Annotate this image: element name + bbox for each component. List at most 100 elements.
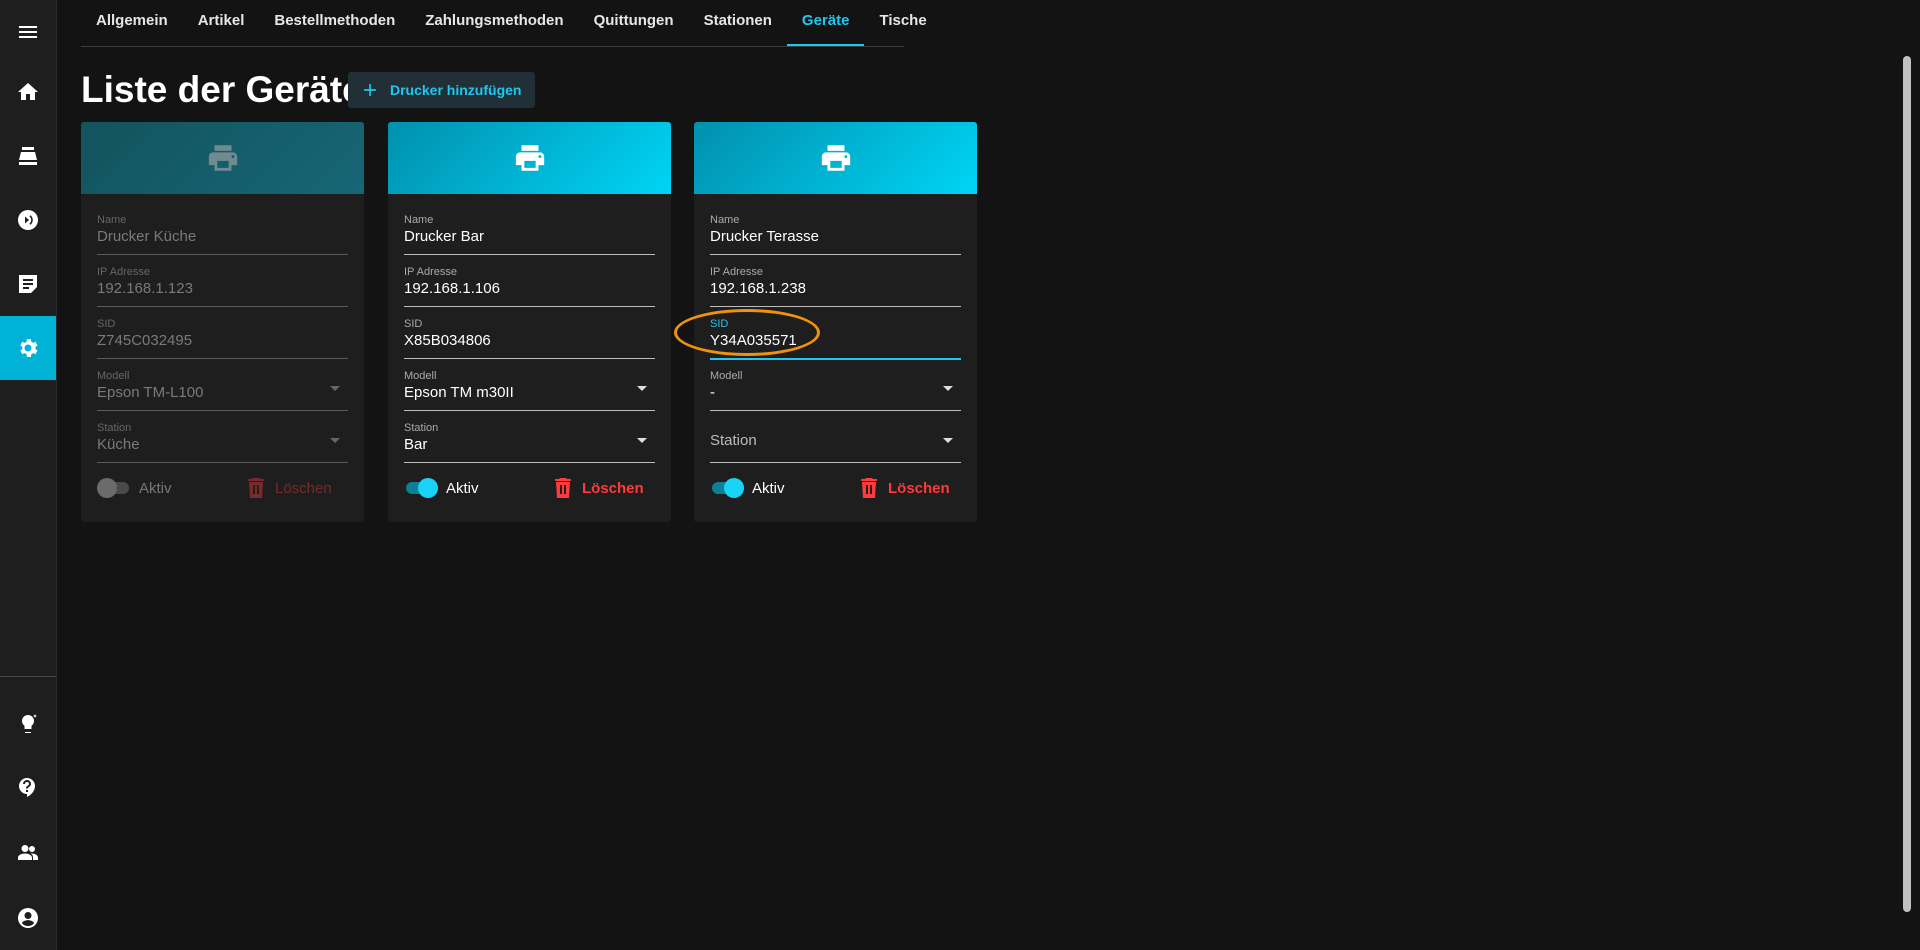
sid-label: SID — [404, 318, 423, 330]
plus-icon — [364, 84, 376, 96]
order-list-icon — [19, 275, 37, 293]
delete-button[interactable]: Löschen — [860, 478, 950, 498]
nav-home[interactable] — [0, 60, 56, 124]
ip-field[interactable]: IP Adresse 192.168.1.106 — [404, 266, 655, 307]
station-value: Bar — [404, 436, 428, 453]
nav-help[interactable] — [0, 756, 56, 820]
sid-label: SID — [97, 318, 116, 330]
model-value: - — [710, 384, 715, 401]
card-header — [81, 122, 364, 194]
nav-users[interactable] — [0, 820, 56, 884]
sid-value: X85B034806 — [404, 332, 491, 349]
sidebar-divider — [0, 676, 56, 677]
sid-field[interactable]: SID X85B034806 — [404, 318, 655, 359]
sid-value: Z745C032495 — [97, 332, 193, 349]
sid-label: SID — [710, 318, 729, 330]
trash-icon — [555, 478, 571, 498]
settings-icon — [20, 339, 38, 357]
name-label: Name — [404, 214, 434, 226]
nav-tips[interactable] — [0, 692, 56, 756]
active-toggle[interactable]: Aktiv — [710, 478, 785, 498]
settings-tabs: Allgemein Artikel Bestellmethoden Zahlun… — [81, 0, 927, 47]
model-select[interactable]: Modell Epson TM m30II — [404, 370, 655, 411]
nav-cash-register[interactable] — [0, 124, 56, 188]
model-label: Modell — [710, 370, 743, 382]
account-icon — [18, 908, 38, 928]
toggle-switch[interactable] — [710, 478, 744, 498]
tab-zahlungsmethoden[interactable]: Zahlungsmethoden — [410, 0, 578, 44]
name-value: Drucker Terasse — [710, 228, 819, 245]
card-header — [694, 122, 977, 194]
station-label: Station — [404, 422, 439, 434]
delete-label: Löschen — [275, 479, 332, 497]
ip-field[interactable]: IP Adresse 192.168.1.123 — [97, 266, 348, 307]
station-value: Küche — [97, 436, 140, 453]
menu-button[interactable] — [0, 0, 56, 64]
ip-value: 192.168.1.106 — [404, 280, 500, 297]
nav-payment[interactable] — [0, 188, 56, 252]
page-title: Liste der Geräte — [81, 69, 363, 110]
nav-orders[interactable] — [0, 252, 56, 316]
scrollbar[interactable] — [1903, 56, 1911, 912]
active-label: Aktiv — [139, 479, 172, 497]
sid-value: Y34A035571 — [710, 332, 797, 349]
ip-label: IP Adresse — [97, 266, 150, 278]
delete-label: Löschen — [582, 479, 644, 497]
model-label: Modell — [404, 370, 437, 382]
chevron-down-icon — [330, 438, 340, 443]
active-label: Aktiv — [446, 479, 479, 497]
chevron-down-icon — [637, 386, 647, 391]
tab-stationen[interactable]: Stationen — [689, 0, 787, 44]
delete-button[interactable]: Löschen — [554, 478, 644, 498]
station-select[interactable]: Station — [710, 422, 961, 463]
trash-icon — [248, 478, 264, 498]
station-label: Station — [710, 432, 757, 449]
tab-geraete[interactable]: Geräte — [786, 0, 865, 46]
lightbulb-icon — [21, 714, 37, 733]
printer-icon — [821, 145, 850, 171]
toggle-switch[interactable] — [97, 478, 131, 498]
station-select[interactable]: Station Küche — [97, 422, 348, 463]
chevron-down-icon — [637, 438, 647, 443]
sid-field[interactable]: SID Y34A035571 — [710, 318, 961, 360]
printer-icon — [208, 145, 237, 171]
card-header — [388, 122, 671, 194]
help-icon — [19, 778, 35, 797]
tab-quittungen[interactable]: Quittungen — [579, 0, 689, 44]
name-field[interactable]: Name Drucker Bar — [404, 214, 655, 255]
tab-bestellmethoden[interactable]: Bestellmethoden — [259, 0, 410, 44]
ip-label: IP Adresse — [404, 266, 457, 278]
station-select[interactable]: Station Bar — [404, 422, 655, 463]
name-field[interactable]: Name Drucker Terasse — [710, 214, 961, 255]
name-value: Drucker Küche — [97, 228, 197, 245]
model-select[interactable]: Modell - — [710, 370, 961, 411]
delete-button[interactable]: Löschen — [247, 478, 332, 498]
tab-artikel[interactable]: Artikel — [183, 0, 260, 44]
name-value: Drucker Bar — [404, 228, 485, 245]
ip-value: 192.168.1.123 — [97, 280, 193, 297]
sid-field[interactable]: SID Z745C032495 — [97, 318, 348, 359]
name-label: Name — [710, 214, 740, 226]
active-toggle[interactable]: Aktiv — [97, 478, 172, 498]
tab-tische[interactable]: Tische — [864, 0, 941, 44]
toggle-switch[interactable] — [404, 478, 438, 498]
model-value: Epson TM-L100 — [97, 384, 204, 401]
chevron-down-icon — [330, 386, 340, 391]
nav-settings[interactable] — [0, 316, 56, 380]
printer-card: Name Drucker Terasse IP Adresse 192.168.… — [694, 122, 977, 522]
cash-register-icon — [19, 147, 37, 165]
payment-icon — [18, 210, 38, 230]
active-toggle[interactable]: Aktiv — [404, 478, 479, 498]
station-label: Station — [97, 422, 132, 434]
chevron-down-icon — [943, 438, 953, 443]
ip-field[interactable]: IP Adresse 192.168.1.238 — [710, 266, 961, 307]
menu-icon — [19, 26, 37, 38]
model-select[interactable]: Modell Epson TM-L100 — [97, 370, 348, 411]
printer-card: Name Drucker Küche IP Adresse 192.168.1.… — [81, 122, 364, 522]
tab-allgemein[interactable]: Allgemein — [81, 0, 183, 44]
nav-account[interactable] — [0, 886, 56, 950]
name-label: Name — [97, 214, 127, 226]
name-field[interactable]: Name Drucker Küche — [97, 214, 348, 255]
add-printer-button[interactable]: Drucker hinzufügen — [348, 72, 536, 108]
trash-icon — [861, 478, 877, 498]
